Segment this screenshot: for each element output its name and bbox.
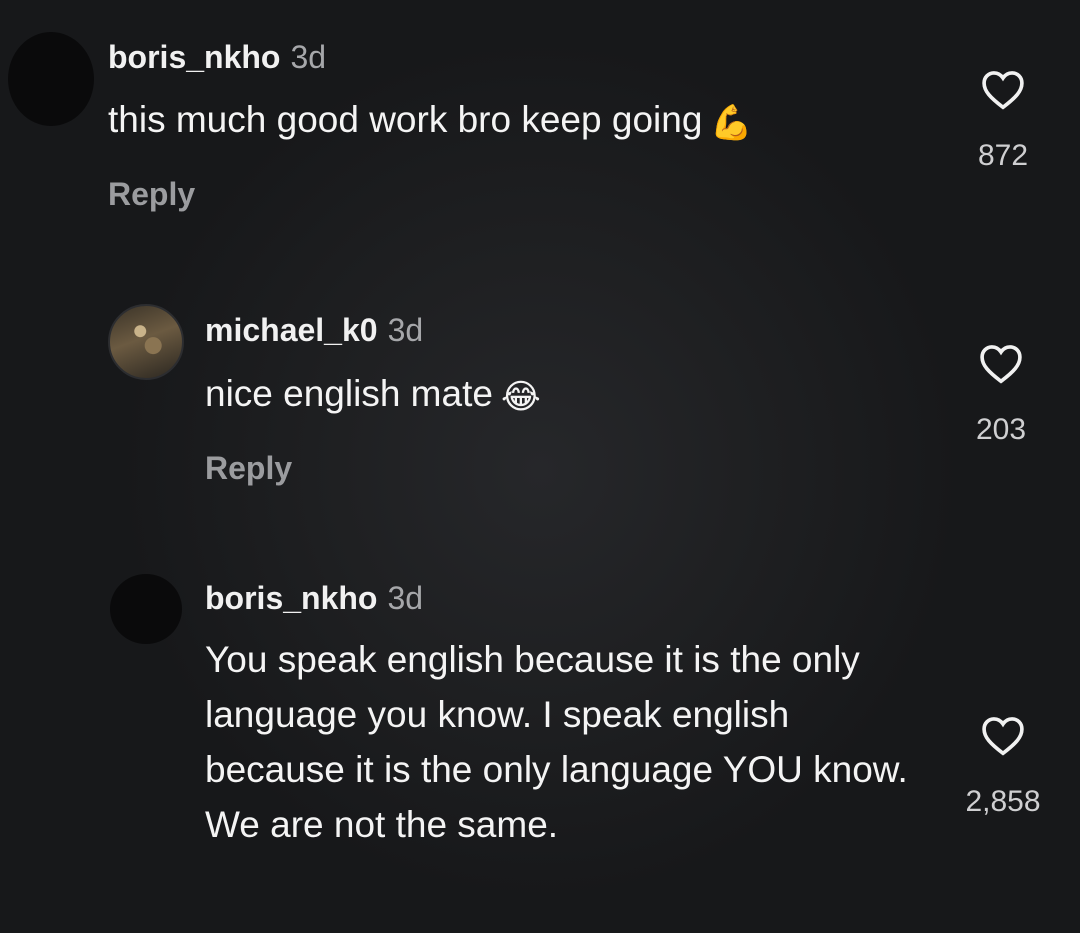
laughing-tears-emoji: 😂 <box>500 378 541 416</box>
heart-outline-icon[interactable] <box>981 716 1025 756</box>
reply-button[interactable]: Reply <box>108 174 195 214</box>
timestamp: 3d <box>290 39 327 75</box>
avatar[interactable] <box>108 304 184 380</box>
comment-header: boris_nkho 3d <box>108 37 326 77</box>
like-count: 872 <box>977 139 1029 172</box>
avatar[interactable] <box>110 574 182 644</box>
comment-header: michael_k0 3d <box>205 310 423 350</box>
comment-body: nice english mate <box>205 373 493 414</box>
comment-header: boris_nkho 3d <box>205 578 423 618</box>
like-count: 203 <box>975 413 1027 446</box>
comment-text: this much good work bro keep going 💪 <box>108 92 908 151</box>
like-control: 2,858 <box>943 716 1063 820</box>
timestamp: 3d <box>387 580 424 616</box>
like-control: 872 <box>943 70 1063 174</box>
comment-text: You speak english because it is the only… <box>205 632 915 852</box>
comment-body: You speak english because it is the only… <box>205 639 908 845</box>
heart-outline-icon[interactable] <box>979 344 1023 384</box>
username[interactable]: michael_k0 <box>205 312 378 348</box>
username[interactable]: boris_nkho <box>205 580 377 616</box>
avatar[interactable] <box>8 32 94 126</box>
username[interactable]: boris_nkho <box>108 39 280 75</box>
flexed-biceps-emoji: 💪 <box>710 104 753 142</box>
heart-outline-icon[interactable] <box>981 70 1025 110</box>
comment-body: this much good work bro keep going <box>108 99 703 140</box>
like-control: 203 <box>941 344 1061 448</box>
like-count: 2,858 <box>965 785 1041 818</box>
comments-screen: boris_nkho 3d this much good work bro kee… <box>0 0 1080 933</box>
comment-text: nice english mate 😂 <box>205 366 905 425</box>
reply-button[interactable]: Reply <box>205 448 292 488</box>
timestamp: 3d <box>387 312 424 348</box>
